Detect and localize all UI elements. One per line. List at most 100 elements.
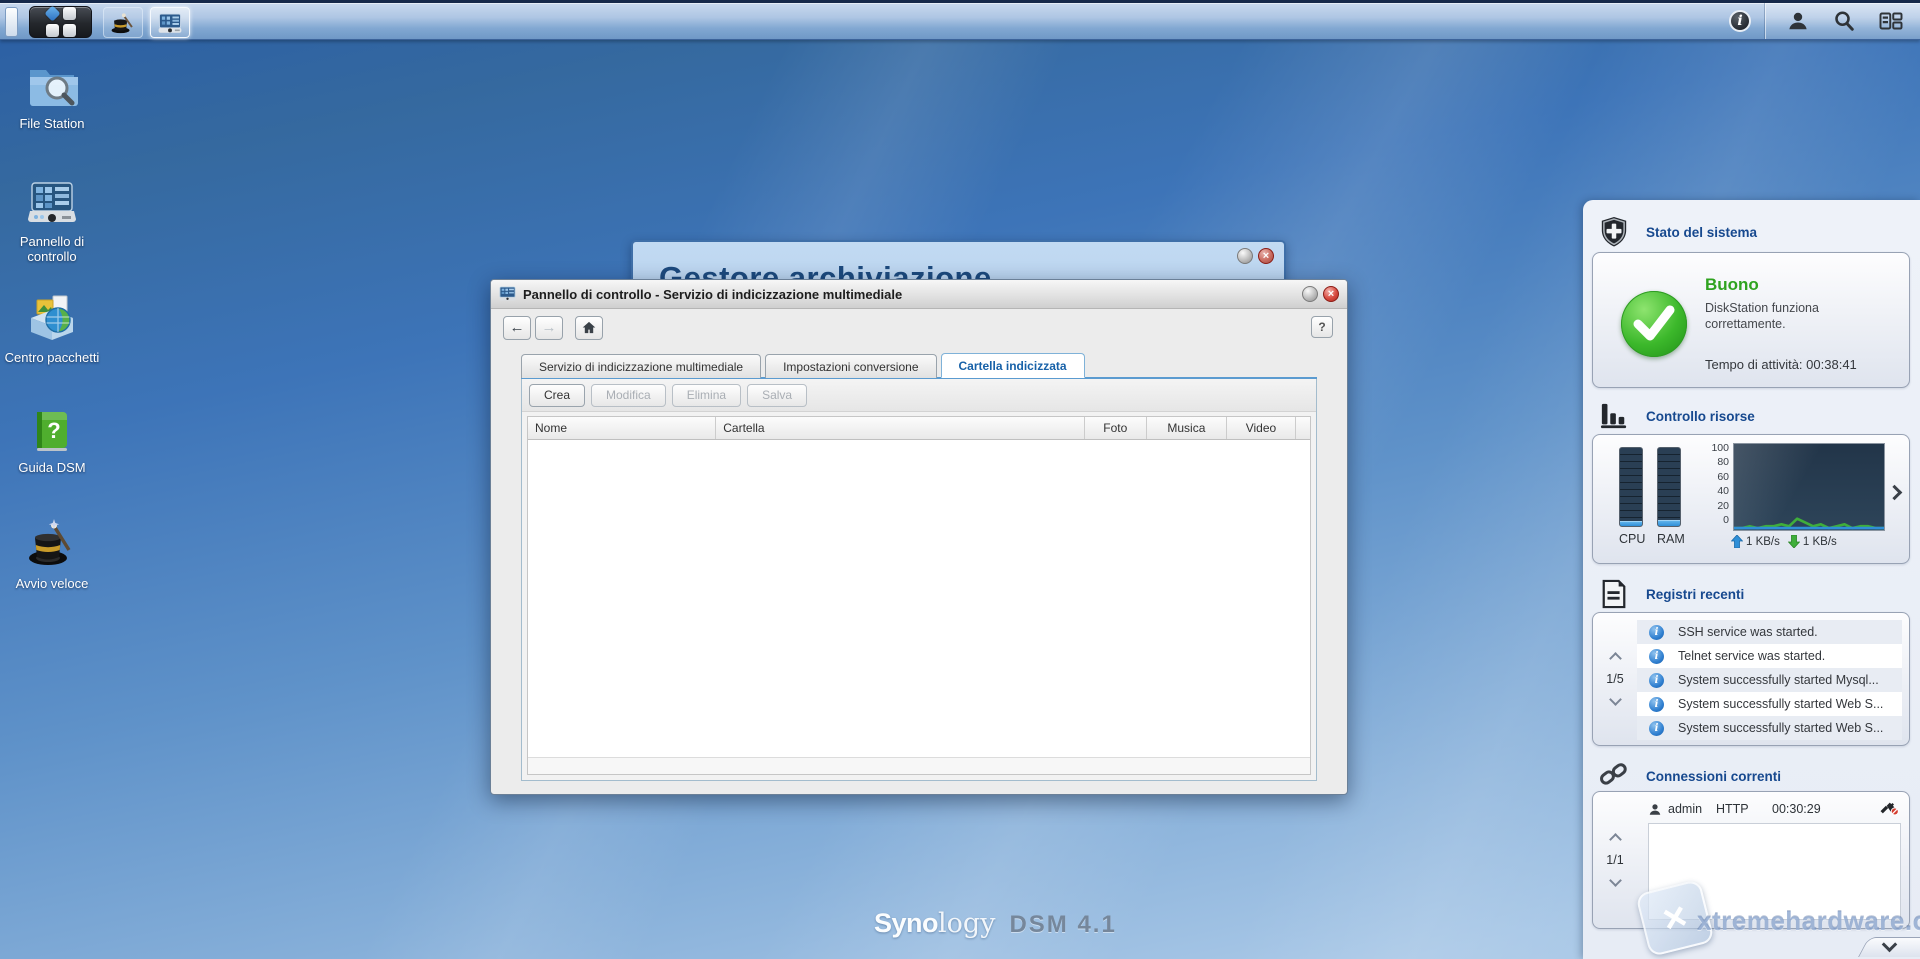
folder-search-icon: [26, 60, 78, 110]
column-header-video[interactable]: Video: [1227, 417, 1296, 439]
connection-user: admin: [1668, 802, 1716, 816]
uptime-label: Tempo di attività:: [1705, 357, 1803, 372]
brand-logy: logy: [938, 908, 995, 939]
log-message: SSH service was started.: [1678, 625, 1818, 639]
network-chart: [1733, 443, 1885, 531]
create-button[interactable]: Crea: [529, 384, 585, 407]
log-row[interactable]: i System successfully started Mysql...: [1637, 668, 1902, 692]
pilot-view-icon[interactable]: [1878, 9, 1904, 33]
connections-header: Connessioni correnti: [1583, 760, 1920, 792]
column-header-music[interactable]: Musica: [1147, 417, 1227, 439]
dsm-desktop: i: [0, 0, 1920, 959]
uptime-value: 00:38:41: [1806, 357, 1857, 372]
desktop-icon-file-station[interactable]: File Station: [0, 60, 104, 131]
column-header-spacer: [1296, 417, 1310, 439]
dsm-branding: Syno logy DSM 4.1: [874, 908, 1117, 939]
desktop-icon-label: File Station: [19, 116, 84, 131]
tab-indexed-folder[interactable]: Cartella indicizzata: [941, 353, 1085, 378]
taskbar-icon-group: [1765, 3, 1920, 39]
folder-toolbar: Crea Modifica Elimina Salva: [522, 379, 1316, 412]
column-header-name[interactable]: Nome: [528, 417, 716, 439]
desktop-icon-dsm-help[interactable]: ? Guida DSM: [0, 408, 104, 475]
pager-up-chevron-icon[interactable]: [1609, 652, 1622, 665]
log-row[interactable]: i System successfully started Web S...: [1637, 692, 1902, 716]
show-desktop-button[interactable]: [5, 7, 18, 37]
minimize-button[interactable]: [1237, 248, 1253, 264]
desktop-icon-package-center[interactable]: Centro pacchetti: [0, 292, 104, 365]
window-titlebar-icon: [499, 286, 516, 302]
menu-grid-diamond-icon: [44, 5, 60, 21]
tab-panel: Crea Modifica Elimina Salva Nome Cartell…: [521, 379, 1317, 781]
taskbar-right-tray: i: [1729, 3, 1920, 39]
back-button[interactable]: ←: [503, 316, 531, 340]
control-panel-window: Pannello di controllo - Servizio di indi…: [490, 279, 1348, 795]
log-message: System successfully started Web S...: [1678, 697, 1883, 711]
network-chart-axis: 100806040200: [1697, 441, 1729, 527]
search-icon[interactable]: [1832, 9, 1856, 33]
user-icon[interactable]: [1786, 9, 1810, 33]
cpu-label: CPU: [1619, 532, 1643, 546]
forward-button[interactable]: →: [535, 316, 563, 340]
menu-grid-square-icon: [63, 7, 76, 20]
taskbar-control-panel-button[interactable]: [150, 7, 190, 38]
close-icon[interactable]: ×: [1323, 286, 1339, 302]
section-title: Registri recenti: [1646, 587, 1744, 602]
edit-button[interactable]: Modifica: [591, 384, 666, 407]
resource-monitor-box: CPU RAM 100806040200 1 KB/s 1 KB/s: [1592, 434, 1910, 564]
disconnect-icon[interactable]: [1879, 800, 1899, 819]
logs-page-indicator: 1/5: [1606, 672, 1623, 686]
tab-conversion-settings[interactable]: Impostazioni conversione: [765, 354, 936, 378]
log-row[interactable]: i Telnet service was started.: [1637, 644, 1902, 668]
section-title: Connessioni correnti: [1646, 769, 1781, 784]
save-button[interactable]: Salva: [747, 384, 807, 407]
desktop-icon-label: Guida DSM: [18, 460, 85, 475]
recent-logs-header: Registri recenti: [1583, 578, 1920, 610]
tab-media-indexing-service[interactable]: Servizio di indicizzazione multimediale: [521, 354, 761, 378]
network-rates: 1 KB/s 1 KB/s: [1731, 535, 1837, 548]
window-titlebar[interactable]: Pannello di controllo - Servizio di indi…: [491, 280, 1347, 309]
column-header-photo[interactable]: Foto: [1085, 417, 1147, 439]
section-title: Stato del sistema: [1646, 225, 1757, 240]
tabs: Servizio di indicizzazione multimediale …: [521, 353, 1317, 378]
connections-page-indicator: 1/1: [1606, 853, 1623, 867]
info-icon[interactable]: i: [1729, 10, 1751, 32]
main-menu-button[interactable]: [29, 6, 92, 38]
close-icon[interactable]: ×: [1258, 248, 1274, 264]
pager-up-chevron-icon[interactable]: [1609, 833, 1622, 846]
indexed-folder-table: Nome Cartella Foto Musica Video: [527, 416, 1311, 775]
window-navbar: ← → ?: [491, 309, 1347, 346]
section-title: Controllo risorse: [1646, 409, 1755, 424]
minimize-button[interactable]: [1302, 286, 1318, 302]
desktop-icon-label: Avvio veloce: [16, 576, 89, 591]
connection-row[interactable]: admin HTTP 00:30:29: [1648, 798, 1899, 820]
log-message: System successfully started Web S...: [1678, 721, 1883, 735]
shield-icon: [1599, 216, 1629, 248]
log-row[interactable]: i SSH service was started.: [1637, 620, 1902, 644]
column-header-folder[interactable]: Cartella: [716, 417, 1084, 439]
pager-down-chevron-icon[interactable]: [1609, 874, 1622, 887]
magic-hat-icon: [25, 516, 79, 570]
control-panel-icon: [26, 180, 78, 228]
resource-monitor-expand-chevron[interactable]: [1887, 485, 1903, 501]
system-status-box: Buono DiskStation funziona correttamente…: [1592, 252, 1910, 388]
taskbar-quick-start-button[interactable]: [103, 7, 143, 38]
connections-pager: 1/1: [1593, 792, 1637, 928]
cpu-gauge: [1619, 447, 1643, 527]
home-button[interactable]: [575, 316, 603, 340]
delete-button[interactable]: Elimina: [672, 384, 741, 407]
pager-down-chevron-icon[interactable]: [1609, 693, 1622, 706]
download-arrow-icon: [1788, 535, 1800, 548]
table-body-empty[interactable]: [528, 440, 1310, 757]
info-icon: i: [1649, 625, 1664, 640]
home-icon: [582, 321, 596, 334]
log-row[interactable]: i System successfully started Web S...: [1637, 716, 1902, 740]
svg-text:?: ?: [47, 418, 60, 443]
desktop-icon-quick-start[interactable]: Avvio veloce: [0, 516, 104, 591]
taskbar: i: [0, 0, 1920, 40]
help-button[interactable]: ?: [1311, 316, 1333, 338]
status-ok-icon: [1621, 291, 1687, 357]
pilot-collapse-tab[interactable]: [1858, 937, 1920, 957]
desktop-icon-control-panel[interactable]: Pannello di controllo: [0, 180, 104, 264]
control-panel-window-icon: [157, 10, 183, 36]
green-book-question-icon: ?: [29, 408, 75, 454]
